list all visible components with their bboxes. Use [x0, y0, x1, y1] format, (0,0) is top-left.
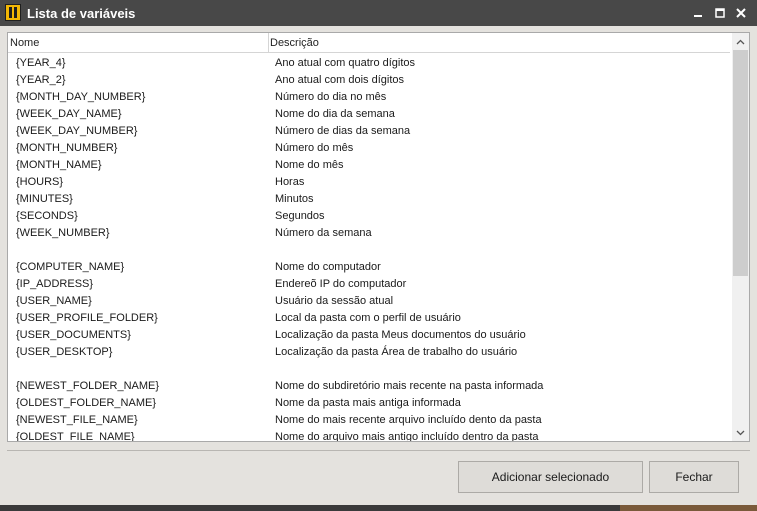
- list-item[interactable]: {WEEK_NUMBER} Número da semana: [8, 225, 730, 242]
- list-item[interactable]: {COMPUTER_NAME} Nome do computador: [8, 259, 730, 276]
- variable-name: {USER_PROFILE_FOLDER}: [16, 312, 158, 324]
- list-item[interactable]: {MINUTES} Minutos: [8, 191, 730, 208]
- variable-description: Minutos: [275, 193, 314, 205]
- variable-name: {MONTH_NUMBER}: [16, 142, 118, 154]
- footer-divider: [7, 450, 750, 451]
- variable-description: Nome do arquivo mais antigo incluído den…: [275, 431, 539, 442]
- variable-name: {SECONDS}: [16, 210, 78, 222]
- variable-name: {HOURS}: [16, 176, 64, 188]
- variable-description: Nome do subdiretório mais recente na pas…: [275, 380, 544, 392]
- list-item[interactable]: {YEAR_4} Ano atual com quatro dígitos: [8, 55, 730, 72]
- variable-description: Ano atual com dois dígitos: [275, 74, 405, 86]
- list-item[interactable]: [8, 361, 730, 378]
- list-item[interactable]: [8, 242, 730, 259]
- list-item[interactable]: {MONTH_DAY_NUMBER} Número do dia no mês: [8, 89, 730, 106]
- variable-name: {OLDEST_FILE_NAME}: [16, 431, 135, 442]
- chevron-down-icon: [736, 430, 745, 435]
- variable-description: Localização da pasta Meus documentos do …: [275, 329, 526, 341]
- variable-description: Horas: [275, 176, 305, 188]
- list-item[interactable]: {HOURS} Horas: [8, 174, 730, 191]
- variable-name: {MINUTES}: [16, 193, 73, 205]
- app-logo-icon: [5, 4, 21, 21]
- list-item[interactable]: {YEAR_2} Ano atual com dois dígitos: [8, 72, 730, 89]
- variable-description: Segundos: [275, 210, 325, 222]
- list-item[interactable]: {MONTH_NUMBER} Número do mês: [8, 140, 730, 157]
- variable-name: {WEEK_DAY_NUMBER}: [16, 125, 138, 137]
- column-header-description[interactable]: Descrição: [270, 33, 730, 53]
- list-item[interactable]: {USER_PROFILE_FOLDER} Local da pasta com …: [8, 310, 730, 327]
- window-title: Lista de variáveis: [27, 6, 136, 21]
- list-item[interactable]: {MONTH_NAME} Nome do mês: [8, 157, 730, 174]
- variable-name: {WEEK_NUMBER}: [16, 227, 110, 239]
- vertical-scrollbar[interactable]: [732, 33, 749, 441]
- variables-list[interactable]: Nome Descrição {YEAR_4} Ano atual com qua…: [7, 32, 750, 442]
- scrollbar-thumb[interactable]: [733, 50, 748, 276]
- list-item[interactable]: {USER_DESKTOP} Localização da pasta Área …: [8, 344, 730, 361]
- title-bar[interactable]: Lista de variáveis: [0, 0, 757, 26]
- list-item[interactable]: {NEWEST_FOLDER_NAME} Nome do subdiretório…: [8, 378, 730, 395]
- variable-description: Usuário da sessão atual: [275, 295, 394, 307]
- list-item[interactable]: {WEEK_DAY_NUMBER} Número de dias da seman…: [8, 123, 730, 140]
- list-item[interactable]: {OLDEST_FILE_NAME} Nome do arquivo mais a…: [8, 429, 730, 442]
- chevron-up-icon: [736, 39, 745, 44]
- list-item[interactable]: {OLDEST_FOLDER_NAME} Nome da pasta mais a…: [8, 395, 730, 412]
- variable-description: Nome do computador: [275, 261, 381, 273]
- minimize-button[interactable]: [687, 2, 709, 24]
- close-button[interactable]: Fechar: [649, 461, 739, 493]
- variable-description: Nome do dia da semana: [275, 108, 395, 120]
- maximize-icon: [715, 8, 725, 18]
- variable-name: {NEWEST_FILE_NAME}: [16, 414, 138, 426]
- column-header-name[interactable]: Nome: [10, 33, 269, 53]
- add-selected-button[interactable]: Adicionar selecionado: [458, 461, 643, 493]
- variable-name: {WEEK_DAY_NAME}: [16, 108, 122, 120]
- variable-description: Número do mês: [275, 142, 354, 154]
- list-item[interactable]: {USER_DOCUMENTS} Localização da pasta Meu…: [8, 327, 730, 344]
- variable-name: {COMPUTER_NAME}: [16, 261, 125, 273]
- scroll-up-button[interactable]: [732, 33, 749, 50]
- list-item[interactable]: {USER_NAME} Usuário da sessão atual: [8, 293, 730, 310]
- list-item[interactable]: {WEEK_DAY_NAME} Nome do dia da semana: [8, 106, 730, 123]
- variable-description: Número do dia no mês: [275, 91, 387, 103]
- minimize-icon: [694, 15, 702, 17]
- variable-name: {OLDEST_FOLDER_NAME}: [16, 397, 156, 409]
- variables-dialog: Lista de variáveis Nome Descrição {YEAR_…: [0, 0, 757, 511]
- variable-name: {USER_DESKTOP}: [16, 346, 113, 358]
- variable-description: Nome da pasta mais antiga informada: [275, 397, 461, 409]
- variable-name: {USER_DOCUMENTS}: [16, 329, 131, 341]
- variable-name: {IP_ADDRESS}: [16, 278, 94, 290]
- list-item[interactable]: {IP_ADDRESS} Endereõ IP do computador: [8, 276, 730, 293]
- scroll-down-button[interactable]: [732, 424, 749, 441]
- list-header: Nome Descrição: [8, 33, 730, 53]
- list-item[interactable]: {NEWEST_FILE_NAME} Nome do mais recente a…: [8, 412, 730, 429]
- variable-description: Local da pasta com o perfil de usuário: [275, 312, 461, 324]
- close-icon: [736, 8, 746, 18]
- close-window-button[interactable]: [730, 2, 752, 24]
- list-rows: {YEAR_4} Ano atual com quatro dígitos {YEA…: [8, 55, 730, 442]
- variable-name: {MONTH_DAY_NUMBER}: [16, 91, 146, 103]
- taskbar-strip-accent: [620, 505, 757, 511]
- variable-description: Endereõ IP do computador: [275, 278, 407, 290]
- list-item[interactable]: {SECONDS} Segundos: [8, 208, 730, 225]
- variable-name: {MONTH_NAME}: [16, 159, 102, 171]
- variable-name: {USER_NAME}: [16, 295, 92, 307]
- variable-description: Nome do mês: [275, 159, 344, 171]
- variable-name: {YEAR_4}: [16, 57, 66, 69]
- variable-description: Número de dias da semana: [275, 125, 411, 137]
- maximize-button[interactable]: [709, 2, 731, 24]
- variable-name: {NEWEST_FOLDER_NAME}: [16, 380, 160, 392]
- variable-description: Nome do mais recente arquivo incluído de…: [275, 414, 542, 426]
- variable-name: {YEAR_2}: [16, 74, 66, 86]
- variable-description: Ano atual com quatro dígitos: [275, 57, 416, 69]
- variable-description: Número da semana: [275, 227, 372, 239]
- variable-description: Localização da pasta Área de trabalho do…: [275, 346, 518, 358]
